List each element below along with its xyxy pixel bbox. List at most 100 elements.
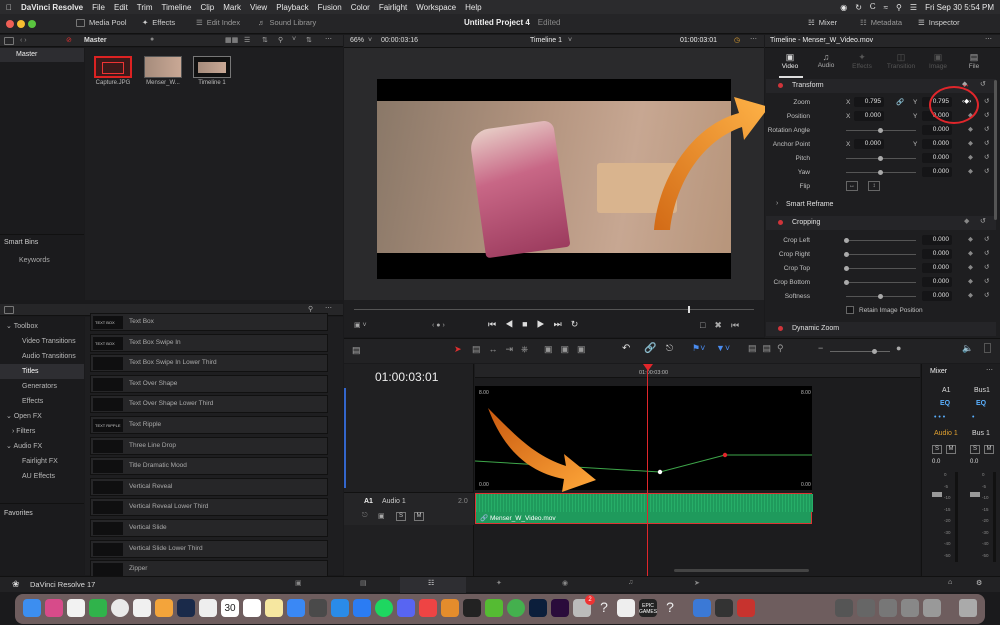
flip-horizontal-button[interactable]: ↔: [846, 181, 858, 191]
title-item[interactable]: Text Box Swipe In Lower Third: [90, 354, 328, 373]
crop-right-field[interactable]: 0.000: [922, 249, 952, 259]
epic-games-icon[interactable]: EPIC GAMES: [639, 599, 657, 617]
pitch-reset-icon[interactable]: ↺: [984, 153, 989, 161]
eq-button-1[interactable]: EQ: [940, 400, 950, 407]
sidebar-item-effects[interactable]: Effects: [0, 394, 84, 409]
sort-icon[interactable]: ⇅: [262, 36, 268, 44]
cropping-section-header[interactable]: Cropping ◆ ↺: [766, 216, 996, 230]
crop-left-keyframe-icon[interactable]: ◆: [968, 235, 973, 243]
crop-top-slider[interactable]: [849, 268, 916, 269]
downloads-icon[interactable]: [835, 599, 853, 617]
title-item[interactable]: Vertical Reveal Lower Third: [90, 498, 328, 517]
crop-top-reset-icon[interactable]: ↺: [984, 263, 989, 271]
menu-color[interactable]: Color: [351, 3, 370, 12]
zoom-in-icon[interactable]: ●: [896, 343, 901, 353]
tab-image[interactable]: ▣ Image: [923, 52, 953, 70]
sync-icon[interactable]: ↻: [855, 3, 862, 12]
sidebar-item-titles[interactable]: Titles: [0, 364, 84, 379]
title-item[interactable]: Text Over Shape Lower Third: [90, 395, 328, 414]
apple-icon[interactable]: : [6, 3, 12, 12]
softness-slider-knob[interactable]: [878, 294, 883, 299]
yaw-field[interactable]: 0.000: [922, 167, 952, 177]
tab-audio[interactable]: ♫ Audio: [811, 52, 841, 69]
back-icon[interactable]: ‹ ›: [20, 37, 27, 44]
title-item[interactable]: TEXT BOX Text Box Swipe In: [90, 333, 328, 352]
audio-track-header[interactable]: A1 Audio 1 2.0 ⎋ ▣ S M: [344, 492, 474, 525]
crop-right-reset-icon[interactable]: ↺: [984, 249, 989, 257]
crop-top-keyframe-icon[interactable]: ◆: [968, 263, 973, 271]
help-icon-2[interactable]: ?: [661, 599, 679, 617]
position-x-field[interactable]: 0.000: [854, 111, 884, 121]
menu-file[interactable]: File: [92, 3, 105, 12]
track-auto-icon[interactable]: ▣: [378, 512, 385, 520]
spotify-icon[interactable]: [375, 599, 393, 617]
zoom-chevron-icon[interactable]: ˅: [368, 37, 372, 44]
crop-left-slider[interactable]: [849, 240, 916, 241]
effects-sidebar-toggle-icon[interactable]: [4, 306, 14, 314]
page-cut-icon[interactable]: ▤: [360, 579, 367, 587]
sidebar-toggle-icon[interactable]: [4, 37, 14, 45]
mixer-mute-button-1[interactable]: M: [946, 445, 956, 454]
clip-thumbnail-capture[interactable]: [94, 56, 132, 78]
launchpad-icon[interactable]: [45, 599, 63, 617]
page-media-icon[interactable]: ▣: [295, 579, 302, 587]
title-item[interactable]: Vertical Slide: [90, 519, 328, 537]
sidebar-item-au-effects[interactable]: AU Effects: [0, 469, 84, 484]
chevron-down-icon[interactable]: ˅: [292, 36, 296, 43]
scrubber-playhead[interactable]: [688, 306, 690, 313]
menu-fusion[interactable]: Fusion: [318, 3, 342, 12]
tab-file[interactable]: ▤ File: [959, 52, 989, 70]
inspector-button[interactable]: ☰ Inspector: [918, 18, 960, 27]
sidebar-item-fairlight-fx[interactable]: Fairlight FX: [0, 454, 84, 469]
timeline-ruler[interactable]: 01:00:03:00: [475, 364, 920, 378]
pan-icon-1[interactable]: • • •: [934, 414, 945, 421]
menu-help[interactable]: Help: [465, 3, 481, 12]
anchor-keyframe-icon[interactable]: ◆: [968, 139, 973, 147]
sidebar-item-video-transitions[interactable]: Video Transitions: [0, 334, 84, 349]
playhead-handle[interactable]: [643, 364, 653, 371]
premiere-icon[interactable]: [551, 599, 569, 617]
inspector-more-icon[interactable]: ⋯: [985, 35, 992, 43]
anchor-reset-icon[interactable]: ↺: [984, 139, 989, 147]
menu-clip[interactable]: Clip: [200, 3, 214, 12]
app-icon-2[interactable]: [419, 599, 437, 617]
edit-index-button[interactable]: ☰ Edit Index: [196, 18, 240, 27]
menu-fairlight[interactable]: Fairlight: [379, 3, 407, 12]
scrubber-bar[interactable]: [354, 309, 754, 310]
calendar-icon[interactable]: 30: [221, 599, 239, 617]
bluetooth-icon[interactable]: Ꮯ: [870, 2, 876, 12]
mixer-solo-button-2[interactable]: S: [970, 445, 980, 454]
minecraft-icon[interactable]: [485, 599, 503, 617]
page-fusion-icon[interactable]: ✦: [496, 579, 502, 587]
speaker-icon[interactable]: 🔈: [962, 343, 973, 354]
effects-button[interactable]: ✦ Effects: [142, 18, 175, 27]
menu-view[interactable]: View: [250, 3, 267, 12]
effects-search-icon[interactable]: ⚲: [308, 305, 313, 313]
match-frame-icons[interactable]: □✖⏮: [700, 320, 748, 331]
sort-order-icon[interactable]: ⇅: [306, 36, 312, 44]
sidebar-item-toolbox[interactable]: ⌄ Toolbox: [0, 319, 84, 334]
clip-thumbnail-video[interactable]: [144, 56, 182, 78]
crop-left-field[interactable]: 0.000: [922, 235, 952, 245]
audio-meter-icon[interactable]: [984, 343, 991, 353]
anchor-x-field[interactable]: 0.000: [854, 139, 884, 149]
flip-vertical-button[interactable]: ↕: [868, 181, 880, 191]
search-media-icon[interactable]: ⚲: [278, 36, 283, 44]
minimize-window-button[interactable]: [17, 20, 25, 28]
insert-tools-icons[interactable]: ▣▣▣: [544, 344, 594, 355]
app-icon-5[interactable]: [693, 599, 711, 617]
zoom-level[interactable]: 66%: [350, 37, 364, 44]
app-menu[interactable]: DaVinci Resolve: [21, 3, 83, 12]
steam-icon[interactable]: [177, 599, 195, 617]
rotation-reset-icon[interactable]: ↺: [984, 125, 989, 133]
cropping-enabled-dot[interactable]: [778, 220, 783, 225]
media-pool-button[interactable]: Media Pool: [76, 18, 127, 27]
page-edit-button[interactable]: ☷: [400, 577, 466, 593]
chrome-icon[interactable]: [111, 599, 129, 617]
yaw-slider-knob[interactable]: [878, 170, 883, 175]
close-window-button[interactable]: [6, 20, 14, 28]
anchor-y-field[interactable]: 0.000: [922, 139, 952, 149]
mixer-mute-button-2[interactable]: M: [984, 445, 994, 454]
timeline-zoom-slider[interactable]: [830, 351, 890, 352]
snapping-icon[interactable]: ↶: [622, 343, 630, 354]
